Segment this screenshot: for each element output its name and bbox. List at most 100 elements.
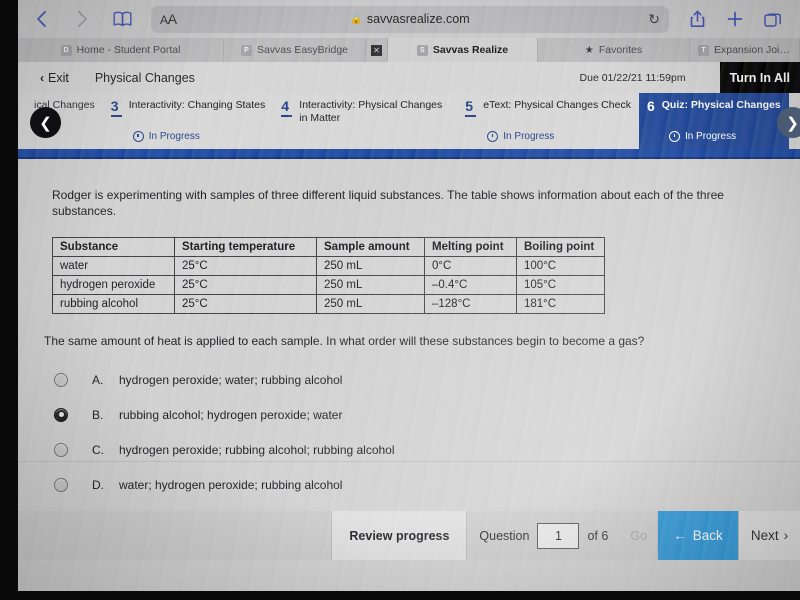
radio-button-b[interactable] [54,407,68,422]
step-title: Quiz: Physical Changes [661,99,781,111]
choice-letter: B. [92,407,104,422]
answer-choice-d[interactable]: D. water; hydrogen peroxide; rubbing alc… [52,467,780,502]
clock-icon [132,131,144,142]
safari-toolbar: AA 🔒 savvasrealize.com ↻ [18,0,800,38]
browser-tab-label: Favorites [598,44,643,56]
choice-letter: D. [92,477,104,492]
lock-icon: 🔒 [350,13,363,25]
question-navigator: Question of 6 [467,511,620,560]
step-item-6-current[interactable]: 6 Quiz: Physical Changes In Progress [638,93,789,149]
question-content: Rodger is experimenting with samples of … [18,159,800,511]
review-progress-button[interactable]: Review progress [331,511,468,560]
browser-tab-home-student-portal[interactable]: D Home - Student Portal [18,38,224,62]
step-item-4[interactable]: 4 Interactivity: Physical Changes in Mat… [273,93,457,149]
step-status: In Progress [647,131,781,142]
browser-tab-savvas-realize[interactable]: S Savvas Realize [388,38,538,62]
star-icon: ★ [584,44,594,56]
table-cell-melting-point: 0°C [424,256,517,277]
back-chevron-icon[interactable] [24,4,60,34]
browser-tab-label: Home - Student Portal [76,44,181,56]
next-label: Next [750,528,779,543]
content-divider [18,461,800,462]
table-cell-substance: water [52,256,175,277]
exit-label: Exit [48,70,69,85]
question-stem: Rodger is experimenting with samples of … [52,188,724,219]
table-cell-boiling-point: 100°C [516,256,605,277]
assignment-step-nav: ❮ ical Changes 3 Interactivity: Changing… [18,93,800,149]
browser-tab-savvas-easybridge[interactable]: P Savvas EasyBridge [224,38,366,62]
radio-button-c[interactable] [54,442,68,457]
prev-arrow-icon[interactable]: ❮ [30,107,61,138]
tab-favicon-icon: T [698,44,709,56]
tab-favicon-icon: D [60,44,72,56]
device-bezel [0,591,800,600]
next-button[interactable]: Next › [738,511,800,560]
reload-icon[interactable]: ↻ [648,11,660,28]
table-cell-melting-point: –128°C [424,294,517,315]
due-date-label: Due 01/22/21 11:59pm [579,71,686,84]
table-cell-boiling-point: 181°C [516,294,605,315]
step-number: 4 [281,99,293,125]
step-number: 5 [465,99,477,117]
question-total-label: of 6 [587,528,609,543]
choice-text: hydrogen peroxide; rubbing alcohol; rubb… [119,442,395,457]
table-cell-starting-temperature: 25°C [174,294,317,315]
choice-letter: A. [92,372,104,387]
choice-letter: C. [92,442,104,457]
tab-favicon-icon: S [416,44,428,56]
radio-button-a[interactable] [54,372,68,387]
question-prompt: The same amount of heat is applied to ea… [44,334,645,349]
answer-choice-a[interactable]: A. hydrogen peroxide; water; rubbing alc… [52,362,780,397]
browser-tab-label: Savvas Realize [432,44,509,56]
browser-tab-favorites[interactable]: ★ Favorites [538,38,690,62]
step-number: 3 [110,99,122,117]
table-header-melting-point: Melting point [424,237,517,258]
table-cell-sample-amount: 250 mL [316,294,425,315]
step-status: In Progress [465,131,631,142]
book-icon[interactable] [104,4,140,34]
address-bar[interactable]: AA 🔒 savvasrealize.com ↻ [151,5,669,33]
right-arrow-icon: › [783,528,789,543]
answer-choice-b[interactable]: B. rubbing alcohol; hydrogen peroxide; w… [52,397,780,432]
share-icon[interactable] [680,4,714,34]
answer-choice-list: A. hydrogen peroxide; water; rubbing alc… [52,362,780,502]
tabs-icon[interactable] [756,4,790,34]
next-arrow-icon[interactable]: ❯ [777,107,800,138]
photo-frame: AA 🔒 savvasrealize.com ↻ D Home - Studen… [0,0,800,600]
table-cell-substance: rubbing alcohol [52,294,175,315]
browser-tab-label: Expansion Joint in Con... [714,44,791,56]
table-cell-sample-amount: 250 mL [316,275,425,296]
progress-rule [18,149,800,159]
tab-favicon-icon: P [240,44,252,56]
table-header-starting-temperature: Starting temperature [174,237,317,258]
browser-tab-expansion-joint[interactable]: T Expansion Joint in Con... [690,38,800,62]
step-item-5[interactable]: 5 eText: Physical Changes Check In Progr… [457,93,639,149]
left-arrow-icon: ← [673,528,687,543]
table-header-row: Substance Starting temperature Sample am… [52,237,605,258]
step-title: Interactivity: Changing States [128,99,266,111]
browser-tab-strip: D Home - Student Portal P Savvas EasyBri… [18,38,800,62]
back-button[interactable]: ← Back [658,511,738,560]
clock-icon [668,131,680,142]
choice-text: water; hydrogen peroxide; rubbing alcoho… [119,477,343,492]
table-cell-substance: hydrogen peroxide [52,275,175,296]
answer-choice-c[interactable]: C. hydrogen peroxide; rubbing alcohol; r… [52,432,780,467]
url-display: 🔒 savvasrealize.com [151,12,669,26]
question-number-input[interactable] [537,522,580,549]
clock-icon [487,131,499,142]
tab-close-icon[interactable]: ✕ [366,38,388,62]
browser-tab-label: Savvas EasyBridge [256,44,349,56]
go-button[interactable]: Go [620,511,658,560]
table-header-substance: Substance [52,237,175,258]
step-status: In Progress [111,131,266,142]
table-row: hydrogen peroxide 25°C 250 mL –0.4°C 105… [52,275,605,296]
exit-button[interactable]: ‹ Exit [40,71,69,85]
plus-icon[interactable] [718,4,752,34]
back-label: Back [692,528,723,543]
radio-button-d[interactable] [54,477,68,492]
forward-chevron-icon[interactable] [64,4,100,34]
url-text: savvasrealize.com [366,12,470,26]
table-cell-starting-temperature: 25°C [174,256,317,277]
step-item-3[interactable]: 3 Interactivity: Changing States In Prog… [103,93,274,149]
turn-in-all-button[interactable]: Turn In All [719,62,800,93]
